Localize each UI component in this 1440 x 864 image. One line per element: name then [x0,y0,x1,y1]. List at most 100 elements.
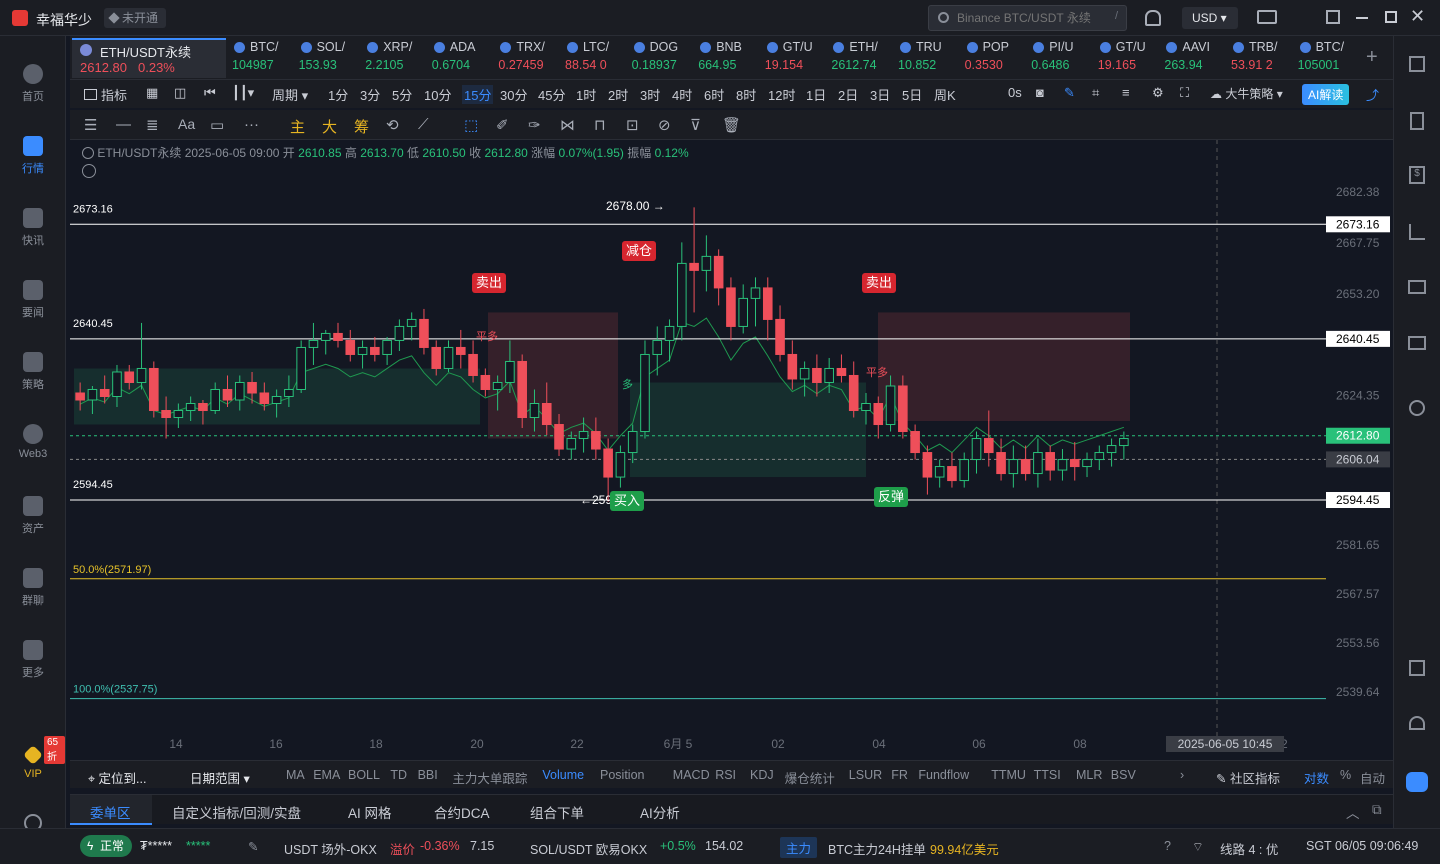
monitor-icon[interactable] [1408,280,1426,294]
ticker-item[interactable]: LTC/88.54 0 [563,40,629,72]
close-button[interactable]: ✕ [1410,6,1425,27]
sidebar-item-news[interactable]: 快讯 [0,208,66,248]
share-icon[interactable]: ⤴ [1366,85,1379,104]
panel-tab-custom-indicators[interactable]: 自定义指标/回测/实盘 [172,802,301,822]
crop-icon[interactable]: ⌗ [1092,85,1099,101]
indicator-tab-BOLL[interactable]: BOLL [348,768,380,782]
text-tool-icon[interactable]: Aa [178,116,195,132]
mail-icon[interactable] [1257,10,1277,24]
indicator-tab-TD[interactable]: TD [390,768,407,782]
window-layout-icon[interactable] [1326,10,1340,24]
indicator-tab-TTMU[interactable]: TTMU [991,768,1026,782]
indicator-tab-BBI[interactable]: BBI [418,768,438,782]
order-list-icon[interactable] [1409,56,1425,72]
indicator-tab-Position[interactable]: Position [600,768,644,782]
sidebar-item-web3[interactable]: Web3 [0,424,66,460]
indicator-tab-RSI[interactable]: RSI [715,768,736,782]
sidebar-item-market[interactable]: 行情 [0,136,66,176]
rewind-icon[interactable]: ⏮ [204,85,216,101]
panel-tab-ai-grid[interactable]: AI 网格 [348,802,392,822]
sidebar-item-chat[interactable]: 群聊 [0,568,66,608]
ticker-item[interactable]: ETH/2612.74 [829,40,895,72]
timeframe-45分[interactable]: 45分 [538,85,565,104]
calendar-icon[interactable]: ▦ [146,85,158,101]
active-ticker-tab[interactable]: ETH/USDT永续 2612.80 0.23% [72,38,226,78]
timeframe-3分[interactable]: 3分 [360,85,380,104]
panel-tab-combo-order[interactable]: 组合下单 [530,802,584,822]
timeframe-5日[interactable]: 5日 [902,85,922,104]
search-input[interactable] [957,9,1097,27]
indicator-tab-主力大单跟踪[interactable]: 主力大单跟踪 [452,768,527,787]
timeframe-1分[interactable]: 1分 [328,85,348,104]
brush-icon[interactable]: ⟋ [418,116,429,133]
ticker-item[interactable]: DOG 0.18937 [630,40,696,72]
list-icon[interactable]: ≡ [1122,85,1130,100]
ticker-item[interactable]: GT/U 19.165 [1096,40,1162,72]
indicator-tab-KDJ[interactable]: KDJ [750,768,774,782]
edit-icon[interactable]: ⊡ [626,116,639,134]
trend-icon[interactable] [1409,224,1425,240]
status-badge[interactable]: 未开通 [104,8,167,28]
indicator-tab-FR[interactable]: FR [891,768,908,782]
timeframe-1时[interactable]: 1时 [576,85,596,104]
refresh-icon[interactable] [1409,400,1425,416]
ticker-item[interactable]: BTC/104987 [230,40,296,72]
ticker-item[interactable]: PI/U 0.6486 [1029,40,1095,72]
ticker-item[interactable]: GT/U 19.154 [763,40,829,72]
minimize-button[interactable] [1356,17,1368,19]
ticker-item[interactable]: XRP/2.2105 [363,40,429,72]
lock-icon[interactable]: ⊓ [594,116,606,134]
main-tool-button[interactable]: 主 [290,116,305,137]
panel-tab-dca[interactable]: 合约DCA [434,802,490,822]
robot-assistant-icon[interactable] [1406,772,1428,792]
sidebar-item-vip[interactable]: VIP [0,745,66,780]
horizontal-line-icon[interactable]: — [116,116,131,133]
panel-tab-ai-analysis[interactable]: AI分析 [640,802,680,822]
ticker-item[interactable]: SOL/153.93 [297,40,363,72]
period-select[interactable]: 周期 ▾ [272,85,308,104]
ticker-item[interactable]: ADA 0.6704 [430,40,496,72]
community-indicators-button[interactable]: ✎ 社区指标 [1216,768,1280,787]
indicator-tab-MA[interactable]: MA [286,768,305,782]
ruler-pen-icon[interactable]: ✑ [528,116,541,134]
ticker-item[interactable]: TRX/0.27459 [496,40,562,72]
sidebar-item-more[interactable]: 更多 [0,640,66,680]
add-ticker-button[interactable]: + [1366,46,1378,69]
trash-icon[interactable]: 🗑 [722,116,741,134]
chip-tool-button[interactable]: 筹 [354,116,369,137]
sidebar-item-articles[interactable]: 要闻 [0,280,66,320]
timeframe-6时[interactable]: 6时 [704,85,724,104]
price-chart[interactable]: ETH/USDT永续 2025-06-05 09:00 开 2610.85 高 … [70,140,1393,760]
timeframe-10分[interactable]: 10分 [424,85,451,104]
timeframe-1日[interactable]: 1日 [806,85,826,104]
indicator-tab-MLR[interactable]: MLR [1076,768,1102,782]
indicator-tab-爆仓统计[interactable]: 爆仓统计 [785,768,835,787]
cursor-icon[interactable]: ⬚ [464,116,478,134]
strategy-select[interactable]: ☁ 大牛策略 ▾ [1210,85,1283,102]
multi-line-icon[interactable]: ≣ [146,116,159,134]
camera-icon[interactable]: ◙ [1036,85,1044,100]
more-dots-icon[interactable]: ··· [244,116,259,133]
percent-scale-toggle[interactable]: % [1340,768,1351,782]
help-icon[interactable]: ? [1164,839,1171,853]
indicator-tab-Fundflow[interactable]: Fundflow [918,768,969,782]
route-status[interactable]: 线路 4 : 优 [1220,839,1278,858]
ticker-item[interactable]: AAVI 263.94 [1162,40,1228,72]
timeframe-2日[interactable]: 2日 [838,85,858,104]
timeframe-15分[interactable]: 15分 [462,85,494,104]
filter-icon[interactable]: ⊽ [690,116,701,134]
timeframe-30分[interactable]: 30分 [500,85,527,104]
dollar-icon[interactable]: $ [1409,166,1425,184]
magnet-icon[interactable]: ⟲ [386,116,399,134]
indicator-tab-Volume[interactable]: Volume [542,768,584,782]
large-tool-button[interactable]: 大 [322,116,337,137]
ticker-item[interactable]: BNB 664.95 [696,40,762,72]
ticker-item[interactable]: BTC/105001 [1296,40,1362,72]
ai-interpret-button[interactable]: AI解读 [1302,84,1350,105]
menu-lines-icon[interactable]: ☰ [84,116,97,134]
date-range-select[interactable]: 日期范围 ▾ [190,768,250,787]
indicator-tab-BSV[interactable]: BSV [1111,768,1136,782]
bell-icon[interactable] [1145,10,1161,26]
timeframe-8时[interactable]: 8时 [736,85,756,104]
indicator-button[interactable]: 指标 [84,85,127,104]
